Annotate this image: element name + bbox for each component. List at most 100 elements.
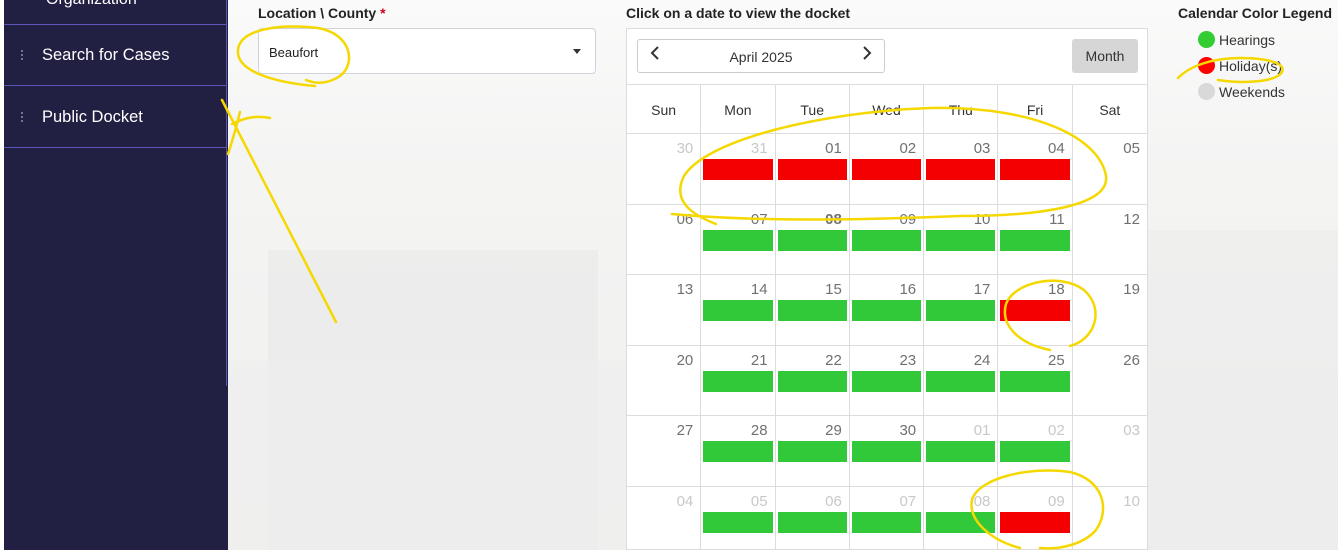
calendar-day-cell[interactable]: 06 [627,204,702,274]
hearing-event-bar[interactable] [851,300,922,321]
sidebar-item-public-docket[interactable]: Public Docket [4,87,227,148]
calendar-day-cell[interactable]: 31 [701,134,776,204]
day-number: 27 [676,422,694,439]
hearing-event-bar[interactable] [926,441,996,462]
calendar-day-cell[interactable]: 11 [998,204,1073,274]
day-number: 02 [899,140,917,157]
calendar-day-cell[interactable]: 28 [701,416,776,486]
calendar-day-cell[interactable]: 03 [924,134,999,204]
hearing-event-bar[interactable] [777,370,847,392]
hearing-event-bar[interactable] [703,300,773,321]
hearing-event-bar[interactable] [851,511,922,533]
calendar-day-cell[interactable]: 23 [850,345,925,415]
sidebar-item-search-for-cases[interactable]: Search for Cases [4,25,227,86]
calendar-day-cell[interactable]: 25 [998,345,1073,415]
calendar-day-cell[interactable]: 15 [776,275,850,345]
sidebar-item-organization[interactable]: Organization [4,0,227,25]
hearing-event-bar[interactable] [851,441,922,462]
hearing-event-bar[interactable] [777,441,847,462]
county-select[interactable]: Beaufort [258,28,596,74]
holiday-event-bar[interactable] [851,159,922,180]
calendar-day-cell[interactable]: 07 [850,486,925,549]
calendar-day-cell[interactable]: 13 [627,275,702,345]
calendar-day-cell[interactable]: 22 [776,345,850,415]
calendar-day-cell[interactable]: 30 [627,134,702,204]
location-label: Location \ County * [258,5,386,21]
calendar-day-cell[interactable]: 14 [701,275,776,345]
weekday-sun: Sun [627,85,702,133]
calendar-day-cell[interactable]: 12 [1073,205,1147,275]
day-number: 25 [1048,351,1065,369]
hearing-event-bar[interactable] [851,229,922,251]
day-number: 08 [825,210,842,228]
day-number: 20 [676,351,694,369]
hearing-event-bar[interactable] [1000,441,1070,462]
day-number: 04 [1048,140,1065,157]
day-number: 05 [1123,140,1140,157]
calendar-day-cell[interactable]: 01 [924,416,999,486]
hearing-event-bar[interactable] [1000,229,1070,251]
hearing-event-bar[interactable] [1000,370,1070,392]
hearing-event-bar[interactable] [703,511,773,533]
red-dot-icon [1198,57,1215,74]
holiday-event-bar[interactable] [1000,159,1070,180]
calendar-day-cell[interactable]: 05 [1073,134,1147,204]
calendar-day-cell[interactable]: 09 [998,486,1073,549]
calendar-day-cell[interactable]: 03 [1073,416,1147,486]
weekday-fri: Fri [998,85,1073,133]
calendar-day-cell[interactable]: 01 [776,134,850,204]
day-number: 30 [899,422,917,439]
hearing-event-bar[interactable] [926,229,996,251]
calendar-day-cell[interactable]: 04 [627,486,702,549]
month-navigator: April 2025 [637,39,885,73]
holiday-event-bar[interactable] [1000,300,1070,321]
calendar-day-cell[interactable]: 29 [776,416,850,486]
calendar-day-cell[interactable]: 18 [998,275,1073,345]
calendar-day-cell[interactable]: 09 [850,204,925,274]
hearing-event-bar[interactable] [926,511,996,533]
calendar-day-cell[interactable]: 05 [701,486,776,549]
calendar-day-cell[interactable]: 07 [701,204,776,274]
holiday-event-bar[interactable] [703,159,773,180]
day-number: 07 [750,210,768,228]
calendar-day-cell[interactable]: 30 [850,416,925,486]
day-number: 02 [1048,422,1065,439]
calendar-day-cell[interactable]: 02 [850,134,925,204]
holiday-event-bar[interactable] [777,159,847,180]
holiday-event-bar[interactable] [1000,511,1070,533]
calendar-day-cell[interactable]: 08 [924,486,999,549]
calendar-day-cell[interactable]: 10 [1073,487,1147,550]
hearing-event-bar[interactable] [777,511,847,533]
calendar-day-cell[interactable]: 06 [776,486,850,549]
hearing-event-bar[interactable] [777,300,847,321]
weekday-wed: Wed [850,85,925,133]
calendar-day-cell[interactable]: 26 [1073,346,1147,416]
hearing-event-bar[interactable] [703,229,773,251]
calendar-day-cell[interactable]: 04 [998,134,1073,204]
hearing-event-bar[interactable] [703,370,773,392]
hearing-event-bar[interactable] [926,300,996,321]
hearing-event-bar[interactable] [926,370,996,392]
calendar-day-cell[interactable]: 08 [776,204,850,274]
calendar-day-cell[interactable]: 21 [701,345,776,415]
hearing-event-bar[interactable] [851,370,922,392]
hearing-event-bar[interactable] [703,441,773,462]
calendar-day-cell[interactable]: 02 [998,416,1073,486]
calendar-day-cell[interactable]: 17 [924,275,999,345]
calendar-day-cell[interactable]: 16 [850,275,925,345]
hearing-event-bar[interactable] [777,229,847,251]
day-number: 03 [1123,422,1140,439]
gray-dot-icon [1198,83,1215,100]
day-number: 09 [899,210,917,228]
chevron-right-icon[interactable] [854,44,880,68]
holiday-event-bar[interactable] [926,159,996,180]
calendar-day-cell[interactable]: 20 [627,345,702,415]
month-view-button[interactable]: Month [1072,39,1138,73]
calendar-week-row: 04 05 06 07 08 09 10 [627,486,1147,550]
calendar-day-cell[interactable]: 19 [1073,275,1147,345]
calendar-toolbar: April 2025 Month [627,29,1147,84]
calendar-day-cell[interactable]: 10 [924,204,999,274]
day-number: 06 [676,210,694,228]
calendar-day-cell[interactable]: 24 [924,345,999,415]
calendar-day-cell[interactable]: 27 [627,416,702,486]
